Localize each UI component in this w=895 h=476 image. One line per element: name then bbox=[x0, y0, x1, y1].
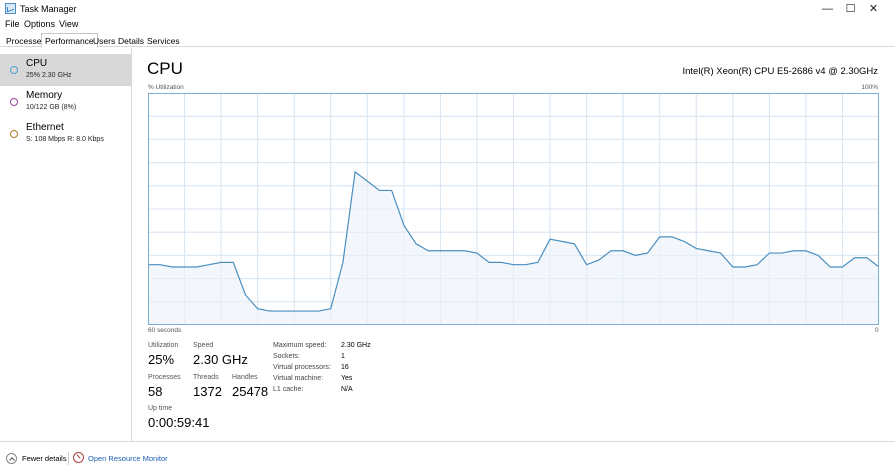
speed-value: 2.30 GHz bbox=[193, 352, 248, 367]
x-axis-right-label: 0 bbox=[875, 327, 879, 334]
spec-key: Maximum speed: bbox=[273, 342, 327, 349]
y-max-label: 100% bbox=[861, 84, 878, 91]
sidebar-item-memory[interactable]: Memory 10/122 GB (8%) bbox=[0, 86, 131, 118]
processes-value: 58 bbox=[148, 384, 163, 399]
utilization-value: 25% bbox=[148, 352, 175, 367]
menu-view[interactable]: View bbox=[59, 19, 78, 29]
spec-value: 2.30 GHz bbox=[341, 342, 371, 349]
tab-strip: Processes Performance Users Details Serv… bbox=[0, 33, 895, 48]
spec-value: Yes bbox=[341, 375, 353, 382]
sidebar-item-cpu[interactable]: CPU 25% 2.30 GHz bbox=[0, 54, 131, 86]
chevron-up-icon[interactable] bbox=[6, 453, 17, 464]
speed-label: Speed bbox=[193, 342, 214, 349]
uptime-value: 0:00:59:41 bbox=[148, 415, 210, 430]
threads-value: 1372 bbox=[193, 384, 222, 399]
task-manager-icon bbox=[5, 3, 16, 14]
spec-value: 16 bbox=[341, 364, 349, 371]
window-title: Task Manager bbox=[20, 4, 77, 14]
page-title: CPU bbox=[147, 59, 183, 78]
resource-monitor-icon[interactable] bbox=[73, 452, 84, 463]
sidebar-item-ethernet[interactable]: Ethernet S: 108 Mbps R: 8.0 Kbps bbox=[0, 118, 131, 150]
spec-value: 1 bbox=[341, 353, 345, 360]
menu-options[interactable]: Options bbox=[24, 19, 55, 29]
open-resource-monitor-link[interactable]: Open Resource Monitor bbox=[88, 454, 168, 463]
spec-key: Sockets: bbox=[273, 353, 300, 360]
cpu-model-name: Intel(R) Xeon(R) CPU E5-2686 v4 @ 2.30GH… bbox=[682, 66, 879, 77]
y-axis-label: % Utilization bbox=[148, 84, 184, 91]
sidebar-item-subtitle: 10/122 GB (8%) bbox=[26, 104, 77, 111]
grid bbox=[148, 93, 879, 325]
close-button[interactable]: ✕ bbox=[852, 0, 895, 18]
processes-label: Processes bbox=[148, 374, 181, 381]
footer-bar: Fewer details Open Resource Monitor bbox=[0, 441, 895, 476]
sidebar-item-subtitle: S: 108 Mbps R: 8.0 Kbps bbox=[26, 136, 104, 143]
sidebar-item-title: CPU bbox=[26, 58, 48, 69]
cpu-circle-icon bbox=[10, 66, 18, 74]
fewer-details-button[interactable]: Fewer details bbox=[22, 454, 67, 463]
uptime-label: Up time bbox=[148, 405, 173, 412]
sidebar-item-title: Memory bbox=[26, 90, 63, 101]
spec-value: N/A bbox=[341, 386, 353, 393]
tab-services[interactable]: Services bbox=[144, 35, 183, 47]
menu-bar: File Options View bbox=[0, 18, 895, 32]
ethernet-circle-icon bbox=[10, 130, 18, 138]
spec-key: L1 cache: bbox=[273, 386, 304, 393]
spec-key: Virtual machine: bbox=[273, 375, 324, 382]
footer-divider bbox=[68, 452, 69, 465]
tab-users[interactable]: Users bbox=[90, 35, 118, 47]
utilization-label: Utilization bbox=[148, 342, 179, 349]
resource-sidebar: CPU 25% 2.30 GHz Memory 10/122 GB (8%) E… bbox=[0, 48, 132, 441]
sidebar-item-subtitle: 25% 2.30 GHz bbox=[26, 72, 72, 79]
tab-details[interactable]: Details bbox=[115, 35, 147, 47]
cpu-utilization-graph bbox=[148, 93, 879, 325]
spec-key: Virtual processors: bbox=[273, 364, 331, 371]
x-axis-left-label: 60 seconds bbox=[148, 327, 182, 334]
menu-file[interactable]: File bbox=[5, 19, 20, 29]
handles-label: Handles bbox=[232, 374, 258, 381]
memory-circle-icon bbox=[10, 98, 18, 106]
handles-value: 25478 bbox=[232, 384, 269, 399]
title-bar: Task Manager — ☐ ✕ bbox=[0, 0, 895, 18]
cpu-graph-svg bbox=[148, 93, 879, 325]
sidebar-item-title: Ethernet bbox=[26, 122, 64, 133]
threads-label: Threads bbox=[193, 374, 219, 381]
